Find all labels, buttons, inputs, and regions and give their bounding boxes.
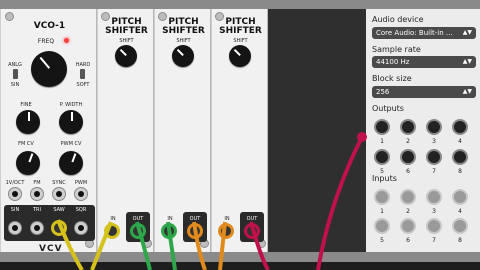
cable-orange-in[interactable] bbox=[218, 221, 227, 270]
cable-yellow[interactable] bbox=[56, 219, 84, 270]
cable-yellow-in[interactable] bbox=[90, 221, 113, 270]
cable-green-in[interactable] bbox=[166, 221, 177, 270]
cable-plug-end[interactable] bbox=[357, 132, 367, 142]
cable-red-to-output[interactable] bbox=[316, 136, 364, 270]
cable-orange[interactable] bbox=[192, 221, 207, 270]
patch-cables bbox=[56, 132, 367, 270]
rack: VCO-1 FREQ ANLG SIN HARD SOFT FINE P. WI… bbox=[0, 0, 480, 270]
cable-green[interactable] bbox=[135, 221, 152, 270]
cable-red[interactable] bbox=[249, 221, 270, 270]
